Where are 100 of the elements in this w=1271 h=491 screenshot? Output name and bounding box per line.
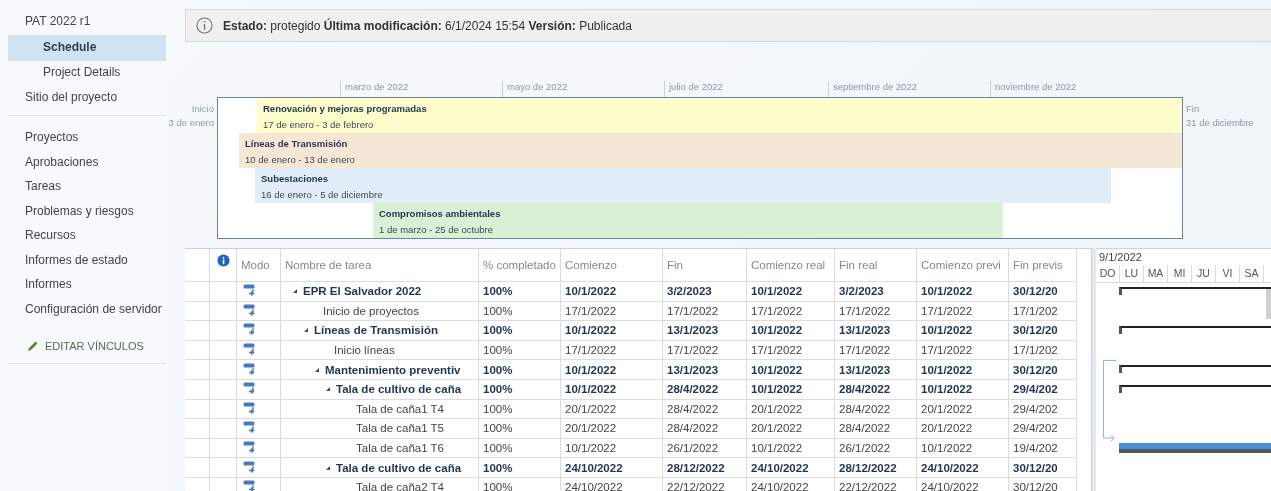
row-header-cell[interactable] (185, 419, 210, 439)
day-header: VI (1216, 265, 1240, 282)
edit-links-link[interactable]: EDITAR VÍNCULOS (45, 340, 144, 352)
row-header-cell[interactable] (185, 438, 210, 459)
column-header[interactable]: Comienzo real (747, 249, 835, 282)
table-cell: 13/1/2023 (663, 360, 747, 380)
table-cell: 29/4/202 (1009, 399, 1077, 420)
table-cell: 100% (479, 340, 561, 361)
task-name: Tala de cultivo de caña (336, 383, 462, 396)
day-header: JU (1192, 265, 1216, 282)
nav-item[interactable]: Configuración de servidor (8, 297, 166, 322)
table-cell: 10/1/2022 (561, 282, 663, 302)
row-header-cell[interactable] (185, 321, 210, 341)
collapse-triangle-icon[interactable] (315, 367, 319, 372)
table-cell: 20/1/2022 (561, 419, 663, 439)
table-cell: 30/12/20 (1009, 477, 1077, 491)
row-header-cell[interactable] (185, 379, 210, 400)
row-header-cell[interactable] (185, 282, 210, 302)
collapse-triangle-icon[interactable] (326, 465, 330, 470)
nav-item[interactable]: Tareas (8, 175, 166, 200)
table-cell: 10/1/2022 (917, 321, 1009, 341)
row-header-cell[interactable] (185, 458, 210, 478)
timeline-end-date: 31 de diciembre (1186, 117, 1254, 128)
table-cell: 100% (479, 301, 561, 322)
day-header: LU (1120, 265, 1144, 282)
task-mode-icon (243, 382, 257, 397)
table-cell: 17/1/2022 (917, 340, 1009, 361)
table-cell: 17/1/2022 (917, 301, 1009, 322)
task-bar[interactable] (1119, 442, 1271, 453)
table-cell: 24/10/2022 (917, 477, 1009, 491)
summary-bar[interactable] (1119, 365, 1271, 374)
task-mode-icon (243, 323, 257, 338)
timeline-bar[interactable]: Compromisos ambientales 1 de marzo - 25 de octubre (373, 203, 1003, 238)
nav-item[interactable]: Informes (8, 273, 166, 298)
summary-bar[interactable] (1119, 384, 1271, 393)
table-cell: 17/1/2022 (835, 340, 917, 361)
gantt-date: 9/1/2022 (1098, 250, 1143, 265)
nav-item[interactable]: Informes de estado (8, 248, 166, 273)
table-cell: 28/4/2022 (835, 399, 917, 420)
row-header-cell[interactable] (185, 360, 210, 380)
collapse-triangle-icon[interactable] (293, 289, 297, 294)
task-name: Inicio líneas (334, 344, 395, 357)
nav-item[interactable]: Schedule (8, 34, 166, 61)
nav-item[interactable]: Recursos (8, 224, 166, 249)
table-cell: 100% (479, 399, 561, 420)
timeline-bar[interactable]: Líneas de Transmisión 10 de enero - 13 de enero (239, 133, 1182, 168)
table-cell: 10/1/2022 (561, 360, 663, 380)
column-header[interactable]: Comienzo (561, 249, 663, 282)
table-cell: 20/1/2022 (747, 399, 835, 420)
table-cell: 100% (479, 458, 561, 478)
timeline-bar[interactable]: Renovación y mejoras programadas 17 de enero - 3 de febrero (257, 98, 1182, 133)
nav-item[interactable]: Problemas y riesgos (8, 199, 166, 224)
table-cell: 30/12/20 (1009, 321, 1077, 341)
collapse-triangle-icon[interactable] (326, 387, 330, 392)
column-header[interactable]: Comienzo previ (917, 249, 1009, 282)
table-cell: 100% (479, 360, 561, 380)
table-cell: 24/10/2022 (747, 458, 835, 478)
timeline-bar[interactable]: Subestaciones 16 de enero - 5 de diciembre (255, 168, 1111, 203)
collapse-triangle-icon[interactable] (304, 328, 308, 333)
table-cell: 10/1/2022 (917, 360, 1009, 380)
table-cell: 10/1/2022 (561, 438, 663, 459)
table-cell: 3/2/2023 (663, 282, 747, 302)
task-name: Tala de caña1 T4 (356, 402, 445, 415)
row-header-cell[interactable] (185, 340, 210, 361)
row-header-cell[interactable] (185, 399, 210, 420)
nav-item[interactable]: Sitio del proyecto (8, 85, 166, 110)
table-cell: 17/1/2022 (747, 301, 835, 322)
table-cell: 17/1/202 (1009, 301, 1077, 322)
table-cell: 17/1/2022 (663, 340, 747, 361)
nav-item[interactable]: Proyectos (8, 126, 166, 151)
table-cell: 26/1/2022 (663, 438, 747, 459)
row-header-cell[interactable] (185, 301, 210, 322)
task-mode-icon (243, 421, 257, 436)
column-header[interactable]: Modo (237, 249, 281, 282)
table-cell: 10/1/2022 (747, 321, 835, 341)
pencil-icon (27, 340, 39, 352)
table-cell: 10/1/2022 (747, 360, 835, 380)
table-cell: 29/4/202 (1009, 379, 1077, 400)
table-cell: 17/1/2022 (663, 301, 747, 322)
table-cell: 17/1/2022 (561, 340, 663, 361)
task-mode-icon (243, 441, 257, 456)
nav-item[interactable]: Project Details (8, 61, 166, 86)
table-cell: 3/2/2023 (835, 282, 917, 302)
table-cell: 24/10/2022 (747, 477, 835, 491)
task-name: Tala de caña1 T5 (356, 422, 445, 435)
nav-item[interactable]: Aprobaciones (8, 150, 166, 175)
column-header[interactable]: Fin (663, 249, 747, 282)
table-cell: 28/4/2022 (663, 419, 747, 439)
nav-item[interactable]: PAT 2022 r1 (8, 10, 166, 35)
summary-bar[interactable] (1119, 326, 1271, 335)
column-header[interactable]: % completado (479, 249, 561, 282)
table-cell: 100% (479, 438, 561, 459)
column-header[interactable]: Nombre de tarea (281, 249, 479, 282)
scrollbar[interactable] (1266, 289, 1271, 319)
task-mode-icon (243, 480, 257, 491)
column-header[interactable]: Fin real (835, 249, 917, 282)
table-cell: 13/1/2023 (835, 360, 917, 380)
column-header[interactable]: Fin previs (1009, 249, 1077, 282)
table-cell: 22/12/2022 (835, 477, 917, 491)
status-text: Estado: protegido Última modificación: 6/1/2024 15:54 Versión: Publicada (223, 18, 632, 33)
